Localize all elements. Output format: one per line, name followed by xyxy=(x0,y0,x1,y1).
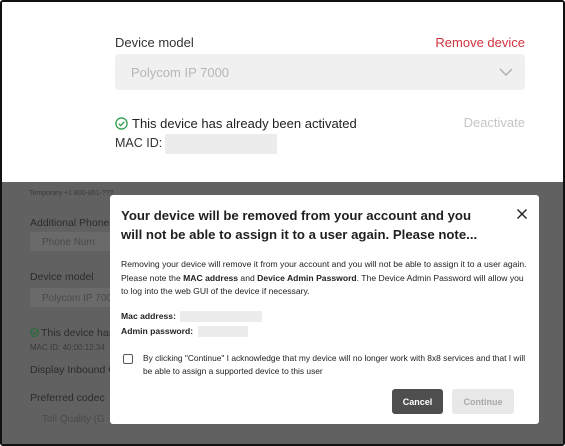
mac-id-label: MAC ID: xyxy=(115,136,163,150)
mac-address-label: Mac address: xyxy=(121,311,176,321)
bg-codec-value: Toll Quality (G xyxy=(42,414,105,425)
continue-button[interactable]: Continue xyxy=(452,389,514,414)
bg-display-inbound-label: Display Inbound Ca xyxy=(30,364,122,376)
device-settings-panel: Device model Remove device Polycom IP 70… xyxy=(2,2,563,182)
device-model-select[interactable]: Polycom IP 7000 xyxy=(115,54,525,90)
dialog-body-bold-password: Device Admin Password xyxy=(257,272,357,283)
bg-device-model-label: Device model xyxy=(30,271,94,283)
consent-checkbox[interactable] xyxy=(123,354,133,364)
admin-password-redacted-value xyxy=(198,326,248,337)
bg-mac-text: MAC ID: 40:00:12:34 xyxy=(30,343,105,352)
consent-text: By clicking "Continue" I acknowledge tha… xyxy=(143,353,526,376)
activation-status-text: This device has already been activated xyxy=(132,115,357,131)
bg-activation-status: This device has a xyxy=(30,327,123,339)
bg-device-model-value: Polycom IP 700 xyxy=(42,293,112,304)
dialog-title: Your device will be removed from your ac… xyxy=(121,208,478,242)
bg-preferred-codec-label: Preferred codec xyxy=(30,392,105,404)
device-model-label: Device model xyxy=(115,35,194,50)
admin-password-label: Admin password: xyxy=(121,326,194,336)
chevron-down-icon xyxy=(499,68,513,77)
check-circle-icon xyxy=(115,116,128,130)
bg-additional-phone-value: Phone Num xyxy=(42,237,95,248)
dialog-body-text: Removing your device will remove it from… xyxy=(121,258,531,299)
close-icon[interactable] xyxy=(516,208,528,220)
dialog-body-part2: and xyxy=(238,272,258,283)
check-circle-icon xyxy=(30,328,39,337)
bg-additional-phone-label: Additional Phone N xyxy=(30,217,120,229)
mac-address-redacted-value xyxy=(180,311,262,322)
dialog-body-bold-mac: MAC address xyxy=(183,272,239,283)
remove-device-link[interactable]: Remove device xyxy=(435,35,525,50)
deactivate-link[interactable]: Deactivate xyxy=(464,115,525,130)
mac-id-redacted-value xyxy=(165,134,277,154)
cancel-button[interactable]: Cancel xyxy=(392,389,443,414)
app-window: Device model Remove device Polycom IP 70… xyxy=(0,0,565,446)
remove-device-dialog: Your device will be removed from your ac… xyxy=(110,195,539,424)
device-model-value: Polycom IP 7000 xyxy=(131,65,230,80)
bg-temporary-number: Temporary +1 800-861-??? xyxy=(29,190,114,197)
activation-status: This device has already been activated xyxy=(115,114,357,132)
